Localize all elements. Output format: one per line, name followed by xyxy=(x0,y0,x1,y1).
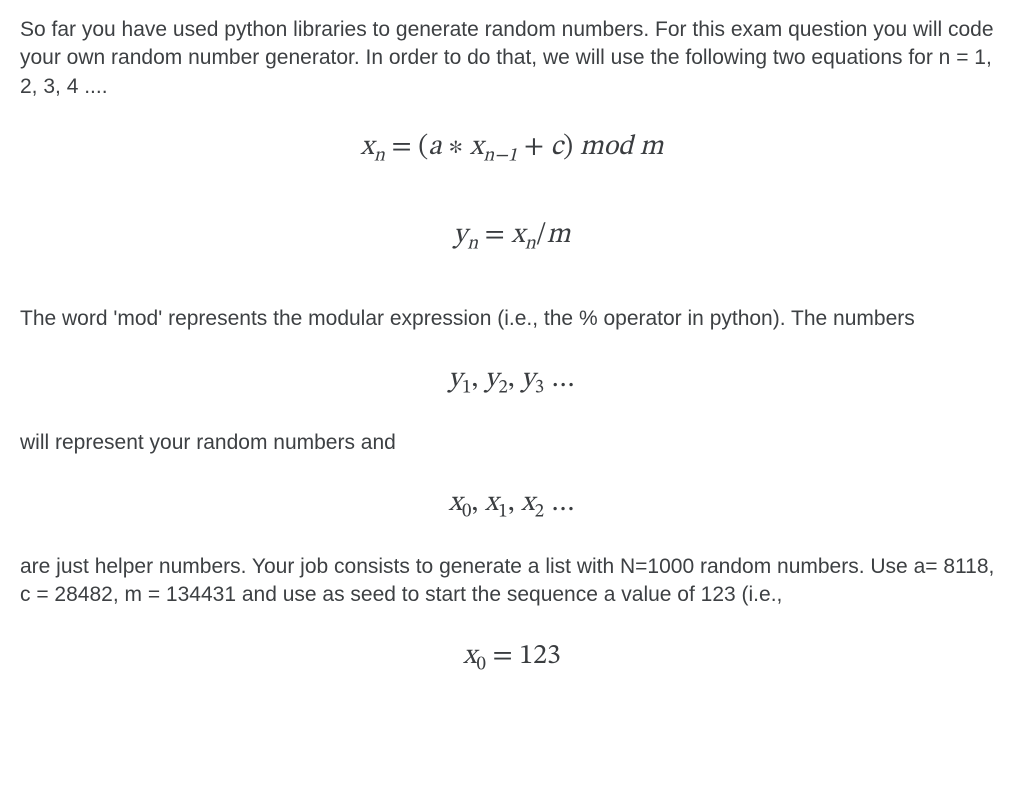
mod-paragraph: The word 'mod' represents the modular ex… xyxy=(20,305,1004,333)
op-ast: ∗ xyxy=(442,133,470,161)
var-y: y xyxy=(454,221,468,249)
comma: , xyxy=(508,489,521,517)
helper-paragraph: are just helper numbers. Your job consis… xyxy=(20,553,1004,610)
op-eq: = xyxy=(486,642,519,670)
lparen: ( xyxy=(418,133,428,161)
op-slash: / xyxy=(536,221,547,249)
comma: , xyxy=(471,489,484,517)
will-represent-paragraph: will represent your random numbers and xyxy=(20,429,1004,457)
dots: … xyxy=(544,489,575,517)
equation-x0: x0 = 123 xyxy=(20,638,1004,676)
op-plus: + xyxy=(517,133,550,161)
intro-paragraph: So far you have used python libraries to… xyxy=(20,16,1004,101)
rparen: ) xyxy=(563,133,573,161)
sub-nminus1: n−1 xyxy=(483,146,517,166)
op-eq: = xyxy=(385,133,418,161)
var-x: x xyxy=(360,133,373,161)
var-y3: y xyxy=(521,365,535,393)
var-m: m xyxy=(640,133,664,161)
comma: , xyxy=(508,365,521,393)
sub-2: 2 xyxy=(498,378,507,398)
var-x1: x xyxy=(485,489,498,517)
sub-3: 3 xyxy=(535,378,544,398)
sub-1: 1 xyxy=(462,378,471,398)
sub-n: n xyxy=(374,146,385,166)
var-y1: y xyxy=(448,365,462,393)
sub-1: 1 xyxy=(498,502,507,522)
var-y2: y xyxy=(485,365,499,393)
var-c: c xyxy=(551,133,564,161)
equation-yseq: y1, y2, y3 … xyxy=(20,361,1004,399)
sub-n: n xyxy=(467,233,478,253)
sub-n2: n xyxy=(525,233,536,253)
sub-0: 0 xyxy=(477,654,486,674)
val-123: 123 xyxy=(519,642,561,670)
var-x2: x xyxy=(470,133,483,161)
op-eq: = xyxy=(478,221,511,249)
equation-xseq: x0, x1, x2 … xyxy=(20,485,1004,523)
dots: … xyxy=(544,365,575,393)
equation-xn: xn = (a ∗ xn−1 + c) mod m xyxy=(20,129,1004,167)
var-x2: x xyxy=(521,489,534,517)
comma: , xyxy=(471,365,484,393)
sub-0: 0 xyxy=(462,502,471,522)
var-x: x xyxy=(511,221,524,249)
var-x: x xyxy=(463,642,476,670)
var-a: a xyxy=(428,133,441,161)
op-mod: mod xyxy=(573,133,640,161)
var-m: m xyxy=(547,221,571,249)
sub-2: 2 xyxy=(535,502,544,522)
equation-yn: yn = xn/m xyxy=(20,217,1004,255)
var-x0: x xyxy=(449,489,462,517)
